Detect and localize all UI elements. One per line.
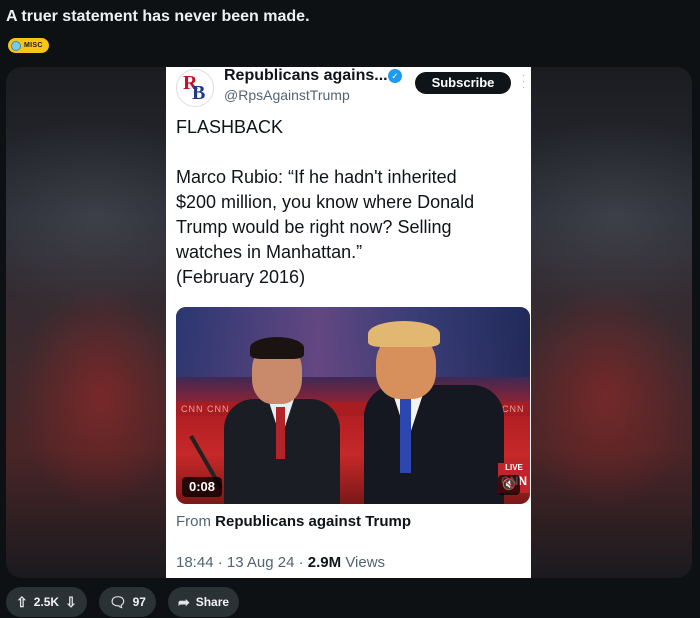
arrow-down-icon[interactable]: ⇩ [65,594,77,611]
video-duration: 0:08 [182,477,222,497]
tweet-line: (February 2016) [176,267,306,287]
flair-label: MISC [24,42,43,49]
subscribe-button: Subscribe [415,72,511,94]
arrow-up-icon[interactable]: ⇧ [16,594,28,611]
account-name: Republicans agains... [224,67,388,84]
tweet-line: FLASHBACK [176,117,284,137]
tweet-video-thumbnail: CNN CNN C CNN CNN C LIVE CNN 0:08 🔇 [176,307,530,504]
comment-count: 97 [132,595,146,609]
account-avatar: RB [176,69,214,107]
person-right [364,385,504,504]
tweet-line: $200 million, you know where Donald [176,192,475,212]
comment-icon: 🗨 [108,593,127,610]
flair-icon [11,40,21,51]
tweet-text: FLASHBACK Marco Rubio: “If he hadn't inh… [176,115,521,290]
more-options-icon: · · · [522,70,526,93]
account-handle: @RpsAgainstTrump [224,87,350,103]
vote-bar: ⇧ 2.5K ⇩ [6,587,87,617]
tweet-screenshot: RB Republicans agains... ✓ @RpsAgainstTr… [166,67,531,578]
share-button[interactable]: ➦ Share [167,587,240,617]
post-flair[interactable]: MISC [8,38,49,53]
tweet-line: Marco Rubio: “If he hadn't inherited [176,167,457,187]
tweet-meta-line: 18:44 · 13 Aug 24 · 2.9M Views [176,554,386,571]
vote-count: 2.5K [33,595,60,609]
tweet-source-line: From Republicans against Trump [176,513,412,530]
post-title[interactable]: A truer statement has never been made. [6,8,310,26]
share-icon: ➦ [177,593,190,610]
tweet-line: watches in Manhattan.” [176,242,363,262]
comments-button[interactable]: 🗨 97 [98,587,156,617]
share-label: Share [195,595,230,609]
mute-icon: 🔇 [498,475,520,495]
tweet-line: Trump would be right now? Selling [176,217,452,237]
post-actions: ⇧ 2.5K ⇩ 🗨 97 ➦ Share [6,587,240,617]
verified-badge-icon: ✓ [388,69,402,83]
